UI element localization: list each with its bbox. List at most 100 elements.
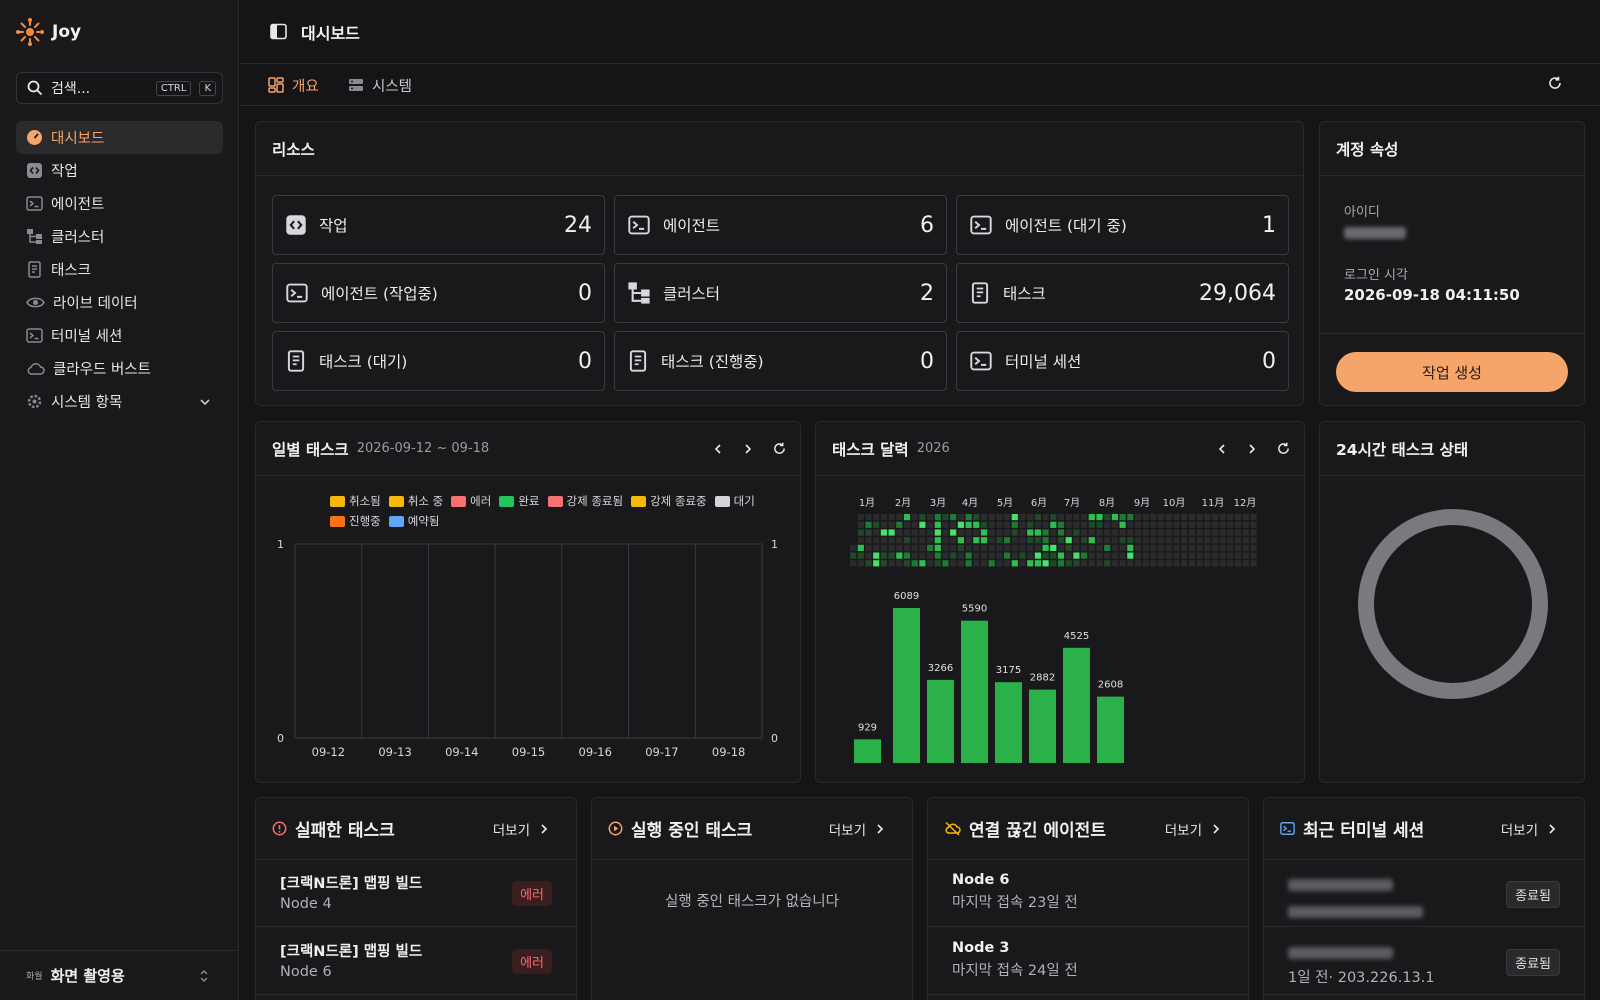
calendar-day-cell[interactable] — [1042, 560, 1049, 567]
calendar-day-cell[interactable] — [1219, 537, 1226, 544]
calendar-day-cell[interactable] — [942, 514, 949, 521]
calendar-day-cell[interactable] — [1211, 521, 1219, 528]
calendar-day-cell[interactable] — [1181, 544, 1188, 551]
calendar-day-cell[interactable] — [1165, 537, 1172, 544]
calendar-day-cell[interactable] — [1127, 521, 1134, 528]
calendar-day-cell[interactable] — [1073, 529, 1080, 536]
calendar-day-cell[interactable] — [1096, 544, 1103, 551]
calendar-day-cell[interactable] — [1235, 552, 1242, 559]
calendar-day-cell[interactable] — [1065, 514, 1072, 521]
calendar-day-cell[interactable] — [1211, 529, 1219, 536]
calendar-day-cell[interactable] — [888, 552, 895, 559]
calendar-day-cell[interactable] — [1088, 537, 1095, 544]
calendar-day-cell[interactable] — [1011, 552, 1018, 559]
calendar-day-cell[interactable] — [857, 521, 864, 528]
calendar-day-cell[interactable] — [942, 560, 949, 567]
calendar-day-cell[interactable] — [1081, 514, 1088, 521]
calendar-day-cell[interactable] — [1211, 514, 1219, 521]
calendar-day-cell[interactable] — [1219, 521, 1226, 528]
calendar-day-cell[interactable] — [996, 552, 1003, 559]
terminal-session-row[interactable]: 종료됨 — [1264, 860, 1584, 927]
calendar-day-cell[interactable] — [1127, 514, 1134, 521]
calendar-day-cell[interactable] — [1088, 560, 1095, 567]
calendar-day-cell[interactable] — [934, 560, 941, 567]
calendar-day-cell[interactable] — [1127, 537, 1134, 544]
calendar-day-cell[interactable] — [850, 552, 857, 559]
calendar-day-cell[interactable] — [927, 521, 934, 528]
month-bar[interactable] — [995, 682, 1022, 763]
calendar-day-cell[interactable] — [1104, 529, 1111, 536]
failed-task-row[interactable]: [크랙N드론] 맵핑 빌드 Node 6 에러 — [256, 928, 576, 995]
calendar-day-cell[interactable] — [1073, 514, 1080, 521]
calendar-day-cell[interactable] — [1250, 521, 1257, 528]
calendar-day-cell[interactable] — [996, 514, 1003, 521]
sidebar-item-terminal-sessions[interactable]: 터미널 세션 — [16, 319, 223, 352]
calendar-day-cell[interactable] — [965, 514, 972, 521]
calendar-day-cell[interactable] — [896, 537, 903, 544]
calendar-day-cell[interactable] — [965, 552, 972, 559]
calendar-day-cell[interactable] — [873, 552, 880, 559]
sidebar-item-tasks[interactable]: 태스크 — [16, 253, 223, 286]
calendar-day-cell[interactable] — [1119, 514, 1126, 521]
calendar-day-cell[interactable] — [903, 537, 911, 544]
calendar-day-cell[interactable] — [1034, 552, 1041, 559]
calendar-day-cell[interactable] — [1050, 560, 1057, 567]
calendar-day-cell[interactable] — [1011, 514, 1018, 521]
sidebar-item-dashboard[interactable]: 대시보드 — [16, 121, 223, 154]
calendar-day-cell[interactable] — [1219, 514, 1226, 521]
calendar-day-cell[interactable] — [919, 521, 926, 528]
calendar-day-cell[interactable] — [857, 514, 864, 521]
calendar-day-cell[interactable] — [980, 514, 988, 521]
calendar-day-cell[interactable] — [1104, 544, 1111, 551]
calendar-day-cell[interactable] — [1204, 537, 1211, 544]
calendar-day-cell[interactable] — [1235, 521, 1242, 528]
calendar-day-cell[interactable] — [880, 529, 887, 536]
calendar-day-cell[interactable] — [1204, 521, 1211, 528]
calendar-day-cell[interactable] — [857, 560, 864, 567]
calendar-day-cell[interactable] — [980, 544, 988, 551]
calendar-day-cell[interactable] — [1227, 521, 1234, 528]
calendar-day-cell[interactable] — [988, 514, 995, 521]
calendar-day-cell[interactable] — [911, 529, 918, 536]
calendar-day-cell[interactable] — [1019, 544, 1026, 551]
calendar-day-cell[interactable] — [1219, 529, 1226, 536]
calendar-day-cell[interactable] — [1073, 544, 1080, 551]
calendar-day-cell[interactable] — [919, 552, 926, 559]
calendar-day-cell[interactable] — [942, 544, 949, 551]
calendar-day-cell[interactable] — [857, 529, 864, 536]
calendar-day-cell[interactable] — [1096, 514, 1103, 521]
calendar-day-cell[interactable] — [903, 514, 911, 521]
calendar-day-cell[interactable] — [1235, 544, 1242, 551]
calendar-day-cell[interactable] — [1004, 521, 1011, 528]
calendar-day-cell[interactable] — [996, 521, 1003, 528]
sidebar-item-cloud-burst[interactable]: 클라우드 버스트 — [16, 352, 223, 385]
calendar-day-cell[interactable] — [1027, 544, 1034, 551]
sidebar-item-jobs[interactable]: 작업 — [16, 154, 223, 187]
calendar-day-cell[interactable] — [865, 537, 872, 544]
calendar-day-cell[interactable] — [1134, 560, 1142, 567]
calendar-day-cell[interactable] — [1081, 521, 1088, 528]
calendar-day-cell[interactable] — [988, 544, 995, 551]
calendar-day-cell[interactable] — [1019, 521, 1026, 528]
calendar-day-cell[interactable] — [950, 544, 957, 551]
calendar-day-cell[interactable] — [1142, 514, 1149, 521]
calendar-day-cell[interactable] — [957, 529, 964, 536]
calendar-day-cell[interactable] — [1150, 552, 1157, 559]
calendar-day-cell[interactable] — [1173, 552, 1180, 559]
chevron-down-icon[interactable] — [199, 396, 211, 408]
calendar-day-cell[interactable] — [1088, 529, 1095, 536]
calendar-day-cell[interactable] — [903, 521, 911, 528]
calendar-day-cell[interactable] — [1057, 537, 1065, 544]
calendar-day-cell[interactable] — [1242, 560, 1249, 567]
calendar-day-cell[interactable] — [1250, 529, 1257, 536]
calendar-day-cell[interactable] — [1065, 521, 1072, 528]
sidebar-item-live-data[interactable]: 라이브 데이터 — [16, 286, 223, 319]
calendar-day-cell[interactable] — [1057, 544, 1065, 551]
calendar-day-cell[interactable] — [880, 544, 887, 551]
calendar-day-cell[interactable] — [934, 552, 941, 559]
calendar-day-cell[interactable] — [1165, 560, 1172, 567]
calendar-day-cell[interactable] — [880, 537, 887, 544]
calendar-day-cell[interactable] — [1158, 537, 1165, 544]
calendar-day-cell[interactable] — [1111, 544, 1118, 551]
calendar-day-cell[interactable] — [980, 529, 988, 536]
